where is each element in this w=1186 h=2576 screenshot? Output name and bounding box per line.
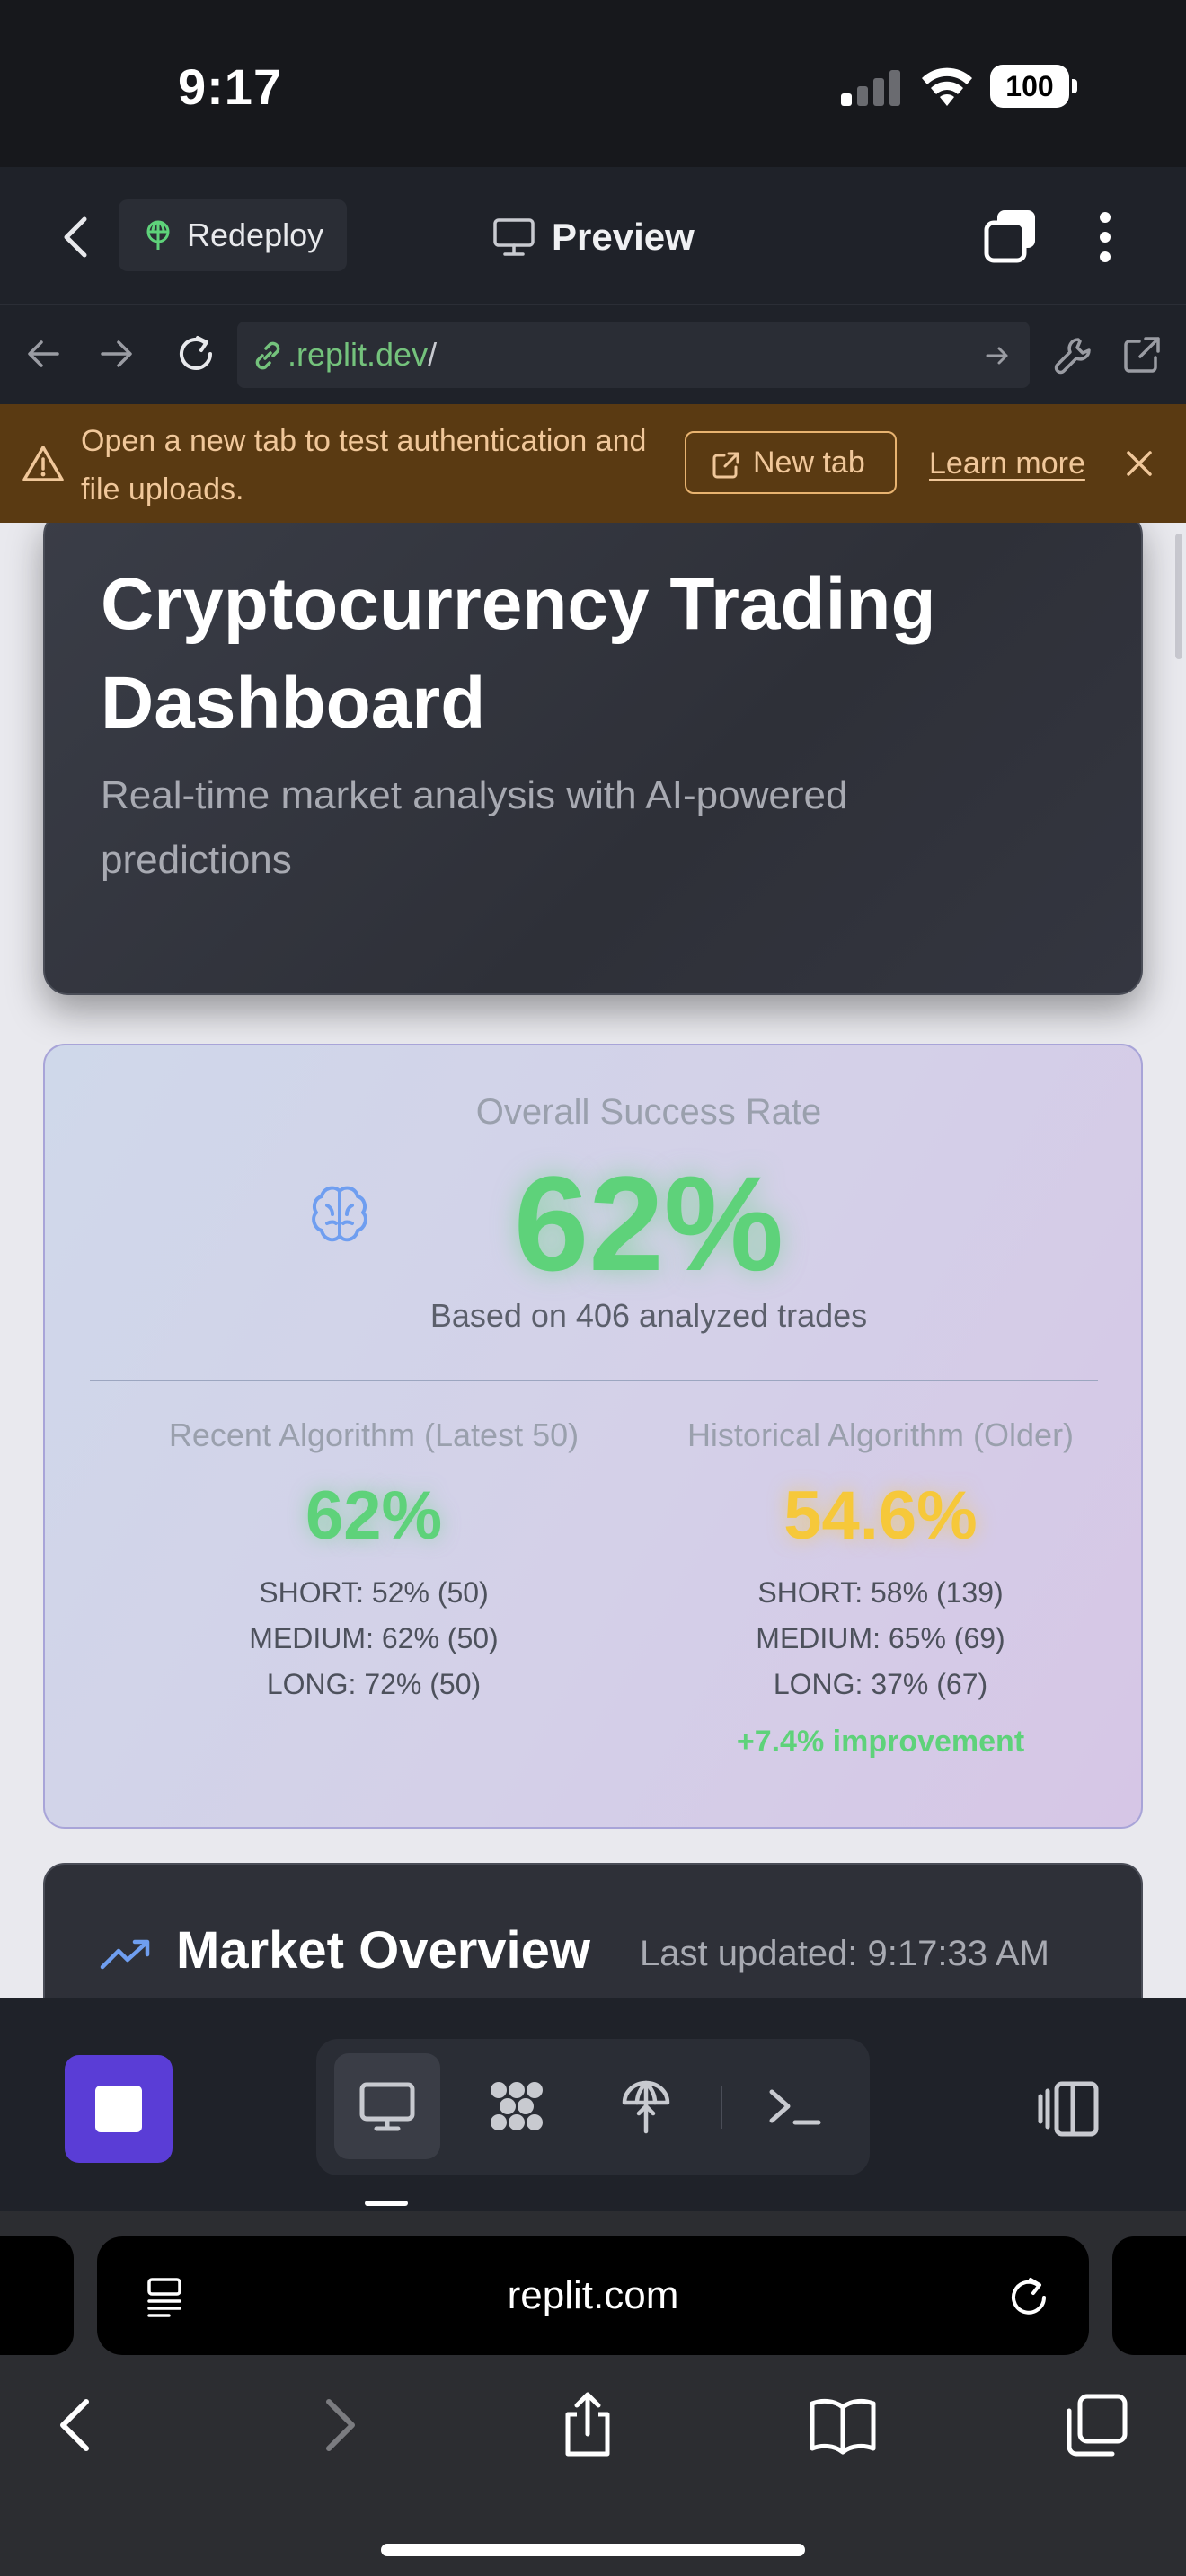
- terminal-icon: [769, 2089, 821, 2125]
- deploy-icon: [622, 2080, 670, 2134]
- more-vertical-icon[interactable]: [1098, 210, 1112, 264]
- success-rate-card: Overall Success Rate 62% Based on 406 an…: [43, 1044, 1143, 1829]
- preview-label: Preview: [552, 216, 695, 258]
- monitor-icon: [493, 218, 535, 256]
- improvement-badge: +7.4% improvement: [736, 1725, 1025, 1759]
- apps-icon: [491, 2082, 543, 2130]
- overall-success-label: Overall Success Rate: [475, 1092, 822, 1132]
- safari-back-icon[interactable]: [41, 2389, 113, 2461]
- close-icon[interactable]: [1125, 449, 1154, 478]
- recent-algorithm: Recent Algorithm (Latest 50) 62% SHORT: …: [104, 1416, 643, 1707]
- recent-algorithm-value: 62%: [305, 1478, 443, 1554]
- learn-more-link[interactable]: Learn more: [929, 404, 1085, 523]
- market-overview-card: Market Overview Last updated: 9:17:33 AM: [43, 1863, 1143, 1998]
- safari-address-bar[interactable]: replit.com: [97, 2236, 1089, 2355]
- historical-short: SHORT: 58% (139): [757, 1576, 1004, 1609]
- tool-separator: [721, 2086, 722, 2129]
- go-arrow-icon[interactable]: [985, 343, 1010, 368]
- url-path: /: [428, 336, 438, 373]
- external-link-icon: [712, 452, 739, 479]
- preview-tool-button[interactable]: [334, 2053, 440, 2159]
- safari-forward-icon[interactable]: [302, 2389, 374, 2461]
- historical-algorithm: Historical Algorithm (Older) 54.6% SHORT…: [611, 1416, 1150, 1761]
- overall-success-basis: Based on 406 analyzed trades: [429, 1297, 868, 1334]
- trending-up-icon: [100, 1939, 150, 1970]
- battery-level: 100: [1005, 70, 1054, 102]
- tabs-overview-icon[interactable]: [1060, 2389, 1132, 2461]
- previous-tab-peek[interactable]: [0, 2236, 74, 2355]
- historical-algorithm-value: 54.6%: [783, 1478, 978, 1554]
- next-tab-peek[interactable]: [1112, 2236, 1186, 2355]
- last-updated: Last updated: 9:17:33 AM: [640, 1934, 1049, 1973]
- link-icon: [255, 341, 280, 370]
- page-title: Cryptocurrency Trading Dashboard: [101, 563, 936, 744]
- recent-algorithm-title: Recent Algorithm (Latest 50): [168, 1416, 580, 1453]
- page-content[interactable]: Cryptocurrency Trading Dashboard Real-ti…: [0, 523, 1186, 1998]
- apps-tool-button[interactable]: [464, 2053, 570, 2159]
- battery-indicator: 100: [990, 65, 1077, 108]
- home-indicator[interactable]: [381, 2544, 805, 2556]
- safari-bar: replit.com: [0, 2211, 1186, 2576]
- stop-icon: [95, 2086, 142, 2132]
- redeploy-label: Redeploy: [187, 216, 324, 253]
- tool-group: [316, 2039, 870, 2175]
- refresh-icon[interactable]: [1006, 2274, 1051, 2319]
- redeploy-button[interactable]: Redeploy: [119, 199, 347, 271]
- arrow-right-icon[interactable]: [99, 336, 135, 372]
- back-chevron-icon[interactable]: [58, 214, 93, 260]
- bookmarks-icon[interactable]: [807, 2389, 879, 2461]
- divider: [90, 1380, 1098, 1381]
- stop-button[interactable]: [65, 2055, 173, 2163]
- market-overview-title: Market Overview: [176, 1921, 591, 1980]
- url-row: .replit.dev/: [0, 305, 1186, 404]
- monitor-icon: [359, 2082, 415, 2131]
- recent-long: LONG: 72% (50): [266, 1668, 482, 1700]
- url-domain: .replit.dev: [288, 336, 429, 373]
- status-bar: 9:17 100: [0, 0, 1186, 167]
- overall-success-value: 62%: [513, 1148, 784, 1299]
- wifi-icon: [922, 67, 972, 106]
- status-time: 9:17: [178, 58, 283, 115]
- new-tab-label: New tab: [753, 446, 865, 480]
- replit-toolbar: [0, 1998, 1186, 2211]
- page-subtitle: Real-time market analysis with AI-powere…: [101, 773, 848, 882]
- banner-message: Open a new tab to test authentication an…: [81, 424, 647, 507]
- safari-address-text: replit.com: [507, 2273, 679, 2317]
- warning-icon: [22, 446, 64, 481]
- new-tab-button[interactable]: New tab: [685, 431, 897, 494]
- url-text: .replit.dev/: [288, 322, 437, 388]
- warning-banner: Open a new tab to test authentication an…: [0, 404, 1186, 523]
- hero-card: Cryptocurrency Trading Dashboard Real-ti…: [43, 523, 1143, 995]
- historical-medium: MEDIUM: 65% (69): [756, 1622, 1005, 1654]
- recent-medium: MEDIUM: 62% (50): [249, 1622, 499, 1654]
- scrollbar[interactable]: [1175, 534, 1182, 659]
- active-tool-indicator: [365, 2201, 408, 2206]
- replit-header: Redeploy Preview: [0, 167, 1186, 305]
- reload-icon[interactable]: [174, 332, 217, 375]
- deploy-tool-button[interactable]: [593, 2053, 699, 2159]
- recent-short: SHORT: 52% (50): [259, 1576, 489, 1609]
- share-icon[interactable]: [552, 2389, 624, 2461]
- redeploy-icon: [146, 220, 170, 250]
- terminal-tool-button[interactable]: [742, 2053, 848, 2159]
- historical-algorithm-title: Historical Algorithm (Older): [686, 1416, 1075, 1453]
- url-field[interactable]: .replit.dev/: [237, 322, 1030, 388]
- historical-long: LONG: 37% (67): [773, 1668, 988, 1700]
- wrench-icon[interactable]: [1053, 334, 1094, 375]
- tabs-icon[interactable]: [983, 208, 1039, 264]
- arrow-left-icon[interactable]: [25, 336, 61, 372]
- cellular-signal-icon: [841, 70, 900, 106]
- split-view-icon[interactable]: [1033, 2075, 1102, 2143]
- external-link-icon[interactable]: [1121, 334, 1163, 375]
